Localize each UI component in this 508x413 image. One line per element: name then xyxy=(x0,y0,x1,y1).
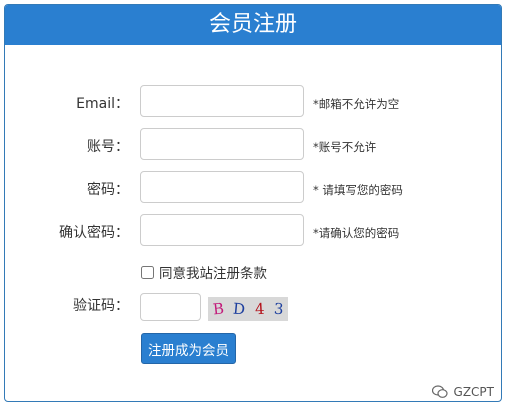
register-submit-button[interactable]: 注册成为会员 xyxy=(141,333,236,364)
watermark: GZCPT xyxy=(431,385,494,399)
captcha-char: D xyxy=(232,299,246,319)
confirm-password-hint: *请确认您的密码 xyxy=(313,226,400,240)
captcha-input[interactable] xyxy=(140,293,201,321)
account-hint: *账号不允许 xyxy=(313,140,377,154)
captcha-image[interactable]: B D 4 3 xyxy=(208,297,288,321)
captcha-char: 3 xyxy=(273,299,284,319)
agree-terms-checkbox[interactable] xyxy=(141,265,154,279)
email-hint: *邮箱不允许为空 xyxy=(313,97,400,111)
confirm-password-input[interactable] xyxy=(140,214,304,246)
agree-terms[interactable]: 同意我站注册条款 xyxy=(141,262,267,282)
page-title: 会员注册 xyxy=(208,12,297,37)
account-input[interactable] xyxy=(140,128,304,160)
password-input[interactable] xyxy=(140,171,304,203)
captcha-char: B xyxy=(211,299,225,319)
captcha-char: 4 xyxy=(254,299,265,319)
email-input[interactable] xyxy=(140,85,304,117)
agree-terms-label: 同意我站注册条款 xyxy=(159,266,267,282)
panel-header: 会员注册 xyxy=(5,5,501,45)
confirm-password-label: 确认密码： xyxy=(59,225,129,241)
registration-panel: 会员注册 Email： *邮箱不允许为空 账号： *账号不允许 密码： * 请填… xyxy=(4,4,502,402)
password-hint: * 请填写您的密码 xyxy=(313,183,403,197)
email-label: Email： xyxy=(76,96,129,112)
watermark-text: GZCPT xyxy=(453,385,494,399)
wechat-icon xyxy=(431,385,448,398)
captcha-label: 验证码： xyxy=(73,298,129,314)
account-label: 账号： xyxy=(87,139,129,155)
password-label: 密码： xyxy=(87,182,129,198)
